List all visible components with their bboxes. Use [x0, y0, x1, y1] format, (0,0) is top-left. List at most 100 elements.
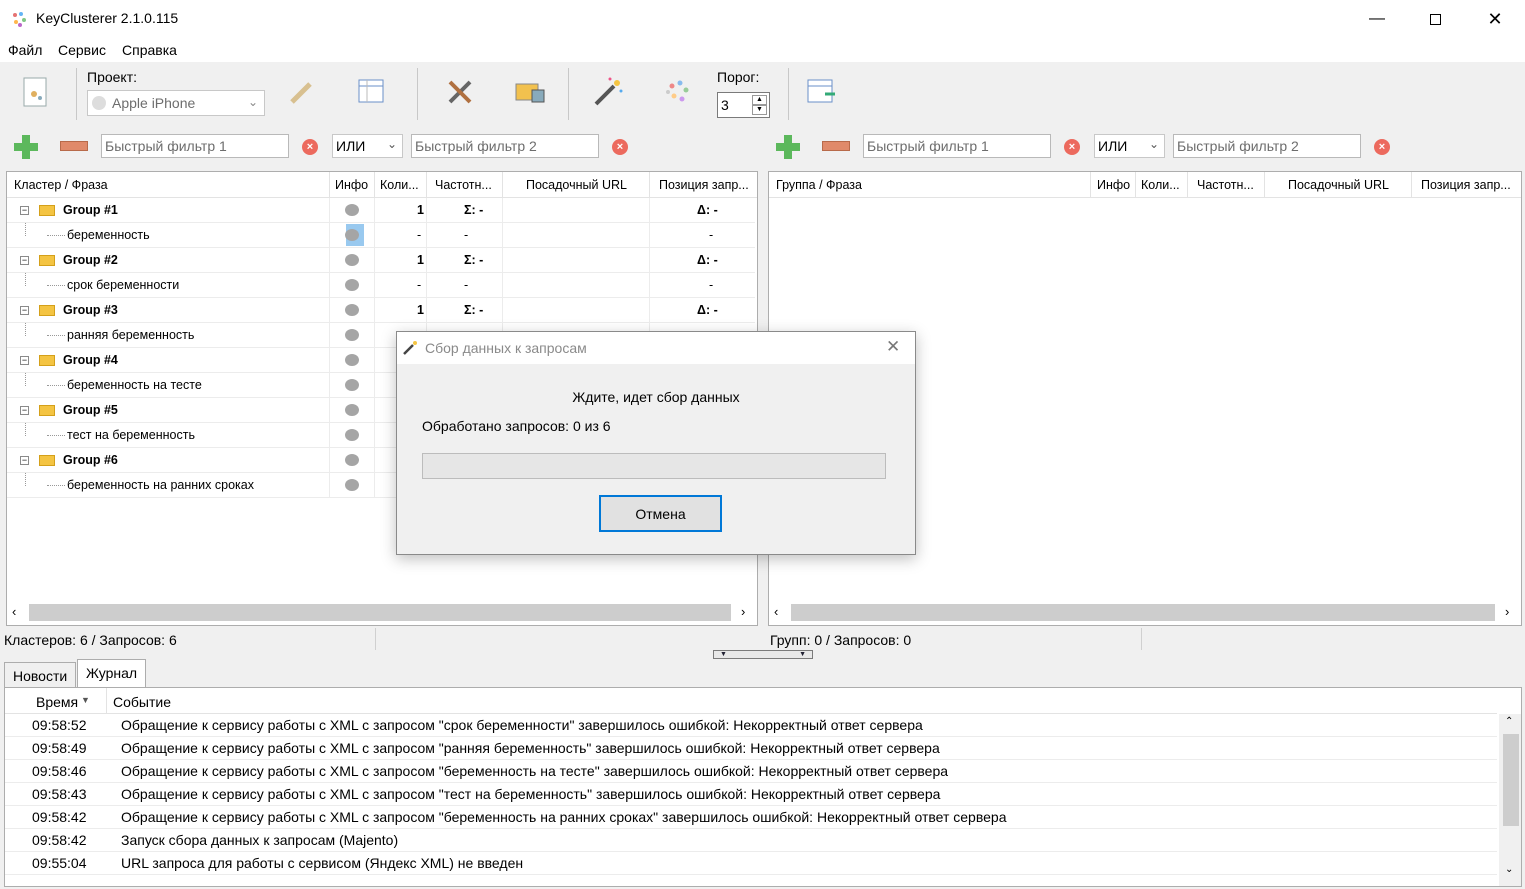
- column-header-url[interactable]: Посадочный URL: [1288, 178, 1389, 192]
- tools-icon[interactable]: [442, 74, 478, 110]
- log-row[interactable]: 09:58:46 Обращение к сервису работы с XML…: [5, 760, 1497, 783]
- column-header-time[interactable]: Время: [36, 694, 78, 710]
- column-header-count[interactable]: Коли...: [1141, 178, 1180, 192]
- close-button[interactable]: ✕: [1466, 0, 1524, 38]
- clear-filter-1-icon[interactable]: ×: [302, 139, 318, 155]
- phrase-row[interactable]: беременность - - -: [7, 223, 755, 248]
- tab-journal[interactable]: Журнал: [77, 659, 147, 688]
- info-icon[interactable]: [345, 454, 359, 466]
- scroll-thumb[interactable]: [29, 604, 731, 621]
- info-icon[interactable]: [345, 479, 359, 491]
- info-icon[interactable]: [345, 279, 359, 291]
- operator-value: ИЛИ: [1098, 138, 1128, 154]
- right-quick-filter-1-input[interactable]: Быстрый фильтр 1: [863, 134, 1051, 158]
- horizontal-scrollbar[interactable]: ‹ ›: [7, 604, 757, 621]
- column-header-count[interactable]: Коли...: [380, 178, 419, 192]
- folder-icon: [39, 205, 55, 216]
- column-header-position[interactable]: Позиция запр...: [1421, 178, 1511, 192]
- scroll-left-icon[interactable]: ‹: [12, 604, 16, 619]
- remove-icon[interactable]: [60, 141, 88, 151]
- column-header-info[interactable]: Инфо: [1097, 178, 1130, 192]
- collapse-icon[interactable]: −: [20, 406, 29, 415]
- column-header-group[interactable]: Группа / Фраза: [776, 178, 862, 192]
- clear-filter-2-icon[interactable]: ×: [1374, 139, 1390, 155]
- collapse-icon[interactable]: −: [20, 356, 29, 365]
- cluster-icon[interactable]: [660, 74, 696, 110]
- add-icon[interactable]: [774, 133, 802, 161]
- collapse-icon[interactable]: −: [20, 206, 29, 215]
- log-row[interactable]: 09:55:04 URL запроса для работы с сервисо…: [5, 852, 1497, 875]
- threshold-spinner[interactable]: 3 ▲ ▼: [717, 92, 770, 118]
- cluster-row[interactable]: − Group #1 1 Σ: - Δ: -: [7, 198, 755, 223]
- scroll-thumb[interactable]: [1503, 734, 1519, 826]
- new-project-icon[interactable]: [18, 74, 54, 110]
- log-row[interactable]: 09:58:42 Запуск сбора данных к запросам (…: [5, 829, 1497, 852]
- collapse-icon[interactable]: −: [20, 306, 29, 315]
- scroll-down-icon[interactable]: ⌄: [1505, 864, 1513, 875]
- collapse-icon[interactable]: −: [20, 456, 29, 465]
- filter-operator-select[interactable]: ИЛИ ⌄: [332, 134, 403, 158]
- info-icon[interactable]: [345, 229, 359, 241]
- scroll-left-icon[interactable]: ‹: [774, 604, 778, 619]
- scroll-thumb[interactable]: [791, 604, 1495, 621]
- quick-filter-1-input[interactable]: Быстрый фильтр 1: [101, 134, 289, 158]
- info-icon[interactable]: [345, 329, 359, 341]
- cluster-row[interactable]: − Group #3 1 Σ: - Δ: -: [7, 298, 755, 323]
- add-icon[interactable]: [12, 133, 40, 161]
- minimize-button[interactable]: —: [1348, 0, 1406, 38]
- log-row[interactable]: 09:58:42 Обращение к сервису работы с XML…: [5, 806, 1497, 829]
- column-header-frequency[interactable]: Частотн...: [1197, 178, 1254, 192]
- scroll-up-icon[interactable]: ⌃: [1505, 716, 1513, 727]
- column-header-cluster[interactable]: Кластер / Фраза: [14, 178, 108, 192]
- right-filter-operator-select[interactable]: ИЛИ ⌄: [1094, 134, 1165, 158]
- info-icon[interactable]: [345, 354, 359, 366]
- remove-icon[interactable]: [822, 141, 850, 151]
- info-icon[interactable]: [345, 254, 359, 266]
- clear-filter-2-icon[interactable]: ×: [612, 139, 628, 155]
- collapse-icon[interactable]: −: [20, 256, 29, 265]
- splitter-handle[interactable]: ▼ ▼: [713, 650, 813, 659]
- spinner-up-button[interactable]: ▲: [752, 95, 767, 105]
- info-icon[interactable]: [345, 379, 359, 391]
- horizontal-scrollbar[interactable]: ‹ ›: [769, 604, 1521, 621]
- log-row[interactable]: 09:58:52 Обращение к сервису работы с XML…: [5, 714, 1497, 737]
- scroll-right-icon[interactable]: ›: [741, 604, 745, 619]
- column-header-frequency[interactable]: Частотн...: [435, 178, 492, 192]
- menu-help[interactable]: Справка: [122, 42, 177, 58]
- log-row[interactable]: 09:58:49 Обращение к сервису работы с XML…: [5, 737, 1497, 760]
- menu-service[interactable]: Сервис: [58, 42, 106, 58]
- phrase-row[interactable]: срок беременности - - -: [7, 273, 755, 298]
- data-collect-icon[interactable]: [512, 74, 548, 110]
- tab-news[interactable]: Новости: [4, 662, 77, 687]
- menu-file[interactable]: Файл: [8, 42, 42, 58]
- edit-project-icon[interactable]: [284, 74, 320, 110]
- info-icon[interactable]: [345, 304, 359, 316]
- column-header-position[interactable]: Позиция запр...: [659, 178, 749, 192]
- magic-wand-icon: [402, 340, 418, 356]
- spinner-down-button[interactable]: ▼: [752, 105, 767, 115]
- export-table-icon[interactable]: [803, 74, 839, 110]
- cluster-row[interactable]: − Group #2 1 Σ: - Δ: -: [7, 248, 755, 273]
- log-event: Обращение к сервису работы с XML с запро…: [121, 763, 949, 779]
- quick-filter-2-input[interactable]: Быстрый фильтр 2: [411, 134, 599, 158]
- scroll-right-icon[interactable]: ›: [1505, 604, 1509, 619]
- cancel-button[interactable]: Отмена: [599, 495, 722, 532]
- right-status: Групп: 0 / Запросов: 0: [770, 632, 912, 648]
- table-edit-icon[interactable]: [354, 74, 390, 110]
- log-row[interactable]: 09:58:43 Обращение к сервису работы с XML…: [5, 783, 1497, 806]
- info-icon[interactable]: [345, 404, 359, 416]
- vertical-scrollbar[interactable]: ⌃ ⌄: [1499, 714, 1521, 886]
- clear-filter-1-icon[interactable]: ×: [1064, 139, 1080, 155]
- sort-down-icon: ▼: [81, 695, 90, 705]
- column-header-event[interactable]: Событие: [113, 694, 171, 710]
- magic-wand-icon[interactable]: [590, 74, 626, 110]
- info-icon[interactable]: [345, 429, 359, 441]
- maximize-button[interactable]: [1406, 0, 1464, 38]
- column-header-url[interactable]: Посадочный URL: [526, 178, 627, 192]
- right-quick-filter-2-input[interactable]: Быстрый фильтр 2: [1173, 134, 1361, 158]
- close-icon[interactable]: ✕: [886, 337, 900, 357]
- column-header-info[interactable]: Инфо: [335, 178, 368, 192]
- tree-line: [25, 223, 26, 236]
- info-icon[interactable]: [345, 204, 359, 216]
- project-select[interactable]: Apple iPhone ⌄: [87, 90, 265, 116]
